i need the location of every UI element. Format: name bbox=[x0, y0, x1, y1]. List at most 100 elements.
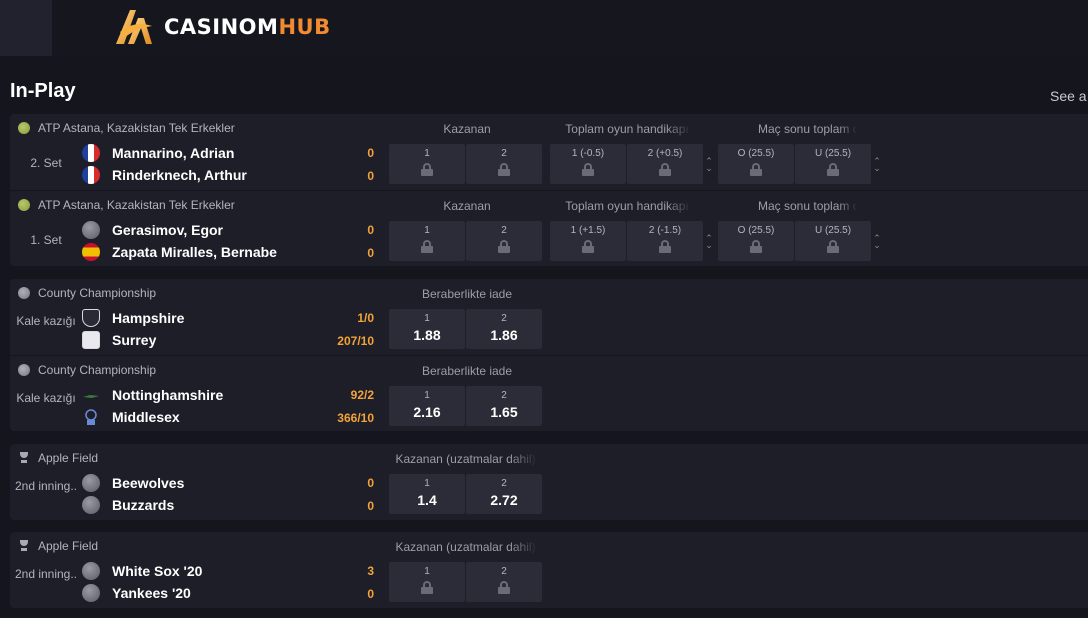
odd-button[interactable]: 2 2.72 bbox=[466, 474, 542, 514]
odd-button-locked[interactable]: 2 bbox=[466, 144, 542, 184]
event-row[interactable]: ATP Astana, Kazakistan Tek Erkekler 2. S… bbox=[10, 114, 1088, 190]
event-row[interactable]: County Championship Kale kazığı Hampshir… bbox=[10, 279, 1088, 355]
score-home: 3 bbox=[367, 564, 374, 578]
lock-icon bbox=[421, 240, 433, 253]
odd-label: O (25.5) bbox=[737, 225, 775, 236]
competition-name: ATP Astana, Kazakistan Tek Erkekler bbox=[38, 121, 235, 135]
odd-label: 2 (-1.5) bbox=[648, 225, 682, 236]
expand-chevron-icon[interactable]: ⌃ ⌄ bbox=[705, 157, 713, 173]
odd-button[interactable]: 1 1.4 bbox=[389, 474, 465, 514]
odd-label: 1 (+1.5) bbox=[570, 225, 606, 236]
brand-name: CASINOMHUB bbox=[164, 15, 331, 39]
odd-button-locked[interactable]: 2 bbox=[466, 562, 542, 602]
event-group-baseball: Apple Field 2nd inning.. Beewolves Buzza… bbox=[10, 444, 1088, 520]
odd-button-locked[interactable]: U (25.5) bbox=[795, 144, 871, 184]
team-away: Middlesex bbox=[82, 407, 180, 427]
odd-button-locked[interactable]: 1 (+1.5) bbox=[550, 221, 626, 261]
hampshire-crest-icon bbox=[82, 309, 100, 327]
competition-header: County Championship bbox=[18, 286, 156, 300]
odd-button[interactable]: 2 1.65 bbox=[466, 386, 542, 426]
odd-button[interactable]: 1 1.88 bbox=[389, 309, 465, 349]
market-title: Maç sonu toplam oyun bbox=[758, 199, 858, 213]
see-all-link[interactable]: See a bbox=[1050, 88, 1087, 104]
lock-icon bbox=[827, 163, 839, 176]
expand-chevron-icon[interactable]: ⌃ ⌄ bbox=[873, 157, 881, 173]
market-title: Beraberlikte iade bbox=[421, 287, 513, 301]
expand-chevron-icon[interactable]: ⌃ ⌄ bbox=[873, 234, 881, 250]
odd-button-locked[interactable]: O (25.5) bbox=[718, 221, 794, 261]
odd-label: 1 bbox=[424, 313, 430, 324]
event-row[interactable]: Apple Field 2nd inning.. Beewolves Buzza… bbox=[10, 444, 1088, 520]
event-row[interactable]: ATP Astana, Kazakistan Tek Erkekler 1. S… bbox=[10, 191, 1088, 266]
team-placeholder-icon bbox=[82, 496, 100, 514]
team-name: Gerasimov, Egor bbox=[112, 222, 224, 238]
odd-button-locked[interactable]: 1 bbox=[389, 562, 465, 602]
odd-button-locked[interactable]: 1 bbox=[389, 144, 465, 184]
odd-value: 1.88 bbox=[413, 327, 441, 343]
odd-button-locked[interactable]: O (25.5) bbox=[718, 144, 794, 184]
event-group-tennis: ATP Astana, Kazakistan Tek Erkekler 2. S… bbox=[10, 114, 1088, 266]
market-title: Kazanan (uzatmalar dahil) bbox=[395, 452, 536, 466]
lock-icon bbox=[421, 163, 433, 176]
score-away: 0 bbox=[367, 499, 374, 513]
market-title: Kazanan bbox=[443, 199, 491, 213]
odd-label: 2 bbox=[501, 225, 507, 236]
match-period: Kale kazığı bbox=[16, 391, 76, 405]
lock-icon bbox=[421, 581, 433, 594]
market-title: Kazanan bbox=[443, 122, 491, 136]
market-title: Kazanan (uzatmalar dahil) bbox=[395, 540, 536, 554]
lock-icon bbox=[498, 581, 510, 594]
odd-label: U (25.5) bbox=[814, 148, 852, 159]
top-bar: CASINOMHUB bbox=[0, 0, 1088, 56]
lock-icon bbox=[582, 240, 594, 253]
odd-button-locked[interactable]: 1 (-0.5) bbox=[550, 144, 626, 184]
spain-flag-icon bbox=[82, 243, 100, 261]
menu-toggle[interactable] bbox=[0, 0, 52, 56]
odd-button-locked[interactable]: 2 (+0.5) bbox=[627, 144, 703, 184]
odd-label: 1 bbox=[424, 566, 430, 577]
competition-header: Apple Field bbox=[18, 539, 98, 553]
odd-label: 1 bbox=[424, 225, 430, 236]
trophy-icon bbox=[18, 540, 30, 552]
lock-icon bbox=[750, 163, 762, 176]
market-title: Toplam oyun handikapı bbox=[565, 199, 689, 213]
odd-button-locked[interactable]: 2 bbox=[466, 221, 542, 261]
odd-button[interactable]: 1 2.16 bbox=[389, 386, 465, 426]
score-away: 207/10 bbox=[337, 334, 374, 348]
market-title: Beraberlikte iade bbox=[421, 364, 513, 378]
odd-button[interactable]: 2 1.86 bbox=[466, 309, 542, 349]
odd-label: 1 (-0.5) bbox=[571, 148, 605, 159]
match-period: 2nd inning.. bbox=[14, 567, 78, 581]
odd-button-locked[interactable]: U (25.5) bbox=[795, 221, 871, 261]
odd-value: 2.16 bbox=[413, 404, 441, 420]
odd-label: 2 bbox=[501, 148, 507, 159]
lock-icon bbox=[750, 240, 762, 253]
odd-button-locked[interactable]: 2 (-1.5) bbox=[627, 221, 703, 261]
match-period: 2. Set bbox=[30, 156, 62, 170]
score-home: 92/2 bbox=[350, 388, 374, 402]
lock-icon bbox=[659, 240, 671, 253]
team-name: Middlesex bbox=[112, 409, 180, 425]
brand-name-part1: CASINOM bbox=[164, 15, 279, 39]
odd-label: U (25.5) bbox=[814, 225, 852, 236]
team-placeholder-icon bbox=[82, 474, 100, 492]
neutral-flag-icon bbox=[82, 221, 100, 239]
odd-value: 1.65 bbox=[490, 404, 518, 420]
team-away: Yankees '20 bbox=[82, 583, 191, 603]
odd-button-locked[interactable]: 1 bbox=[389, 221, 465, 261]
team-name: Surrey bbox=[112, 332, 157, 348]
expand-chevron-icon[interactable]: ⌃ ⌄ bbox=[705, 234, 713, 250]
competition-header: County Championship bbox=[18, 363, 156, 377]
score-home: 0 bbox=[367, 476, 374, 490]
team-name: White Sox '20 bbox=[112, 563, 203, 579]
surrey-crest-icon bbox=[82, 331, 100, 349]
event-group-baseball: Apple Field 2nd inning.. White Sox '20 Y… bbox=[10, 532, 1088, 608]
lock-icon bbox=[582, 163, 594, 176]
event-row[interactable]: Apple Field 2nd inning.. White Sox '20 Y… bbox=[10, 532, 1088, 608]
odd-value: 1.86 bbox=[490, 327, 518, 343]
team-name: Beewolves bbox=[112, 475, 185, 491]
brand-logo[interactable]: CASINOMHUB bbox=[112, 6, 331, 48]
middlesex-crest-icon bbox=[85, 409, 97, 425]
event-row[interactable]: County Championship Kale kazığı Nottingh… bbox=[10, 356, 1088, 431]
team-name: Zapata Miralles, Bernabe bbox=[112, 244, 277, 260]
